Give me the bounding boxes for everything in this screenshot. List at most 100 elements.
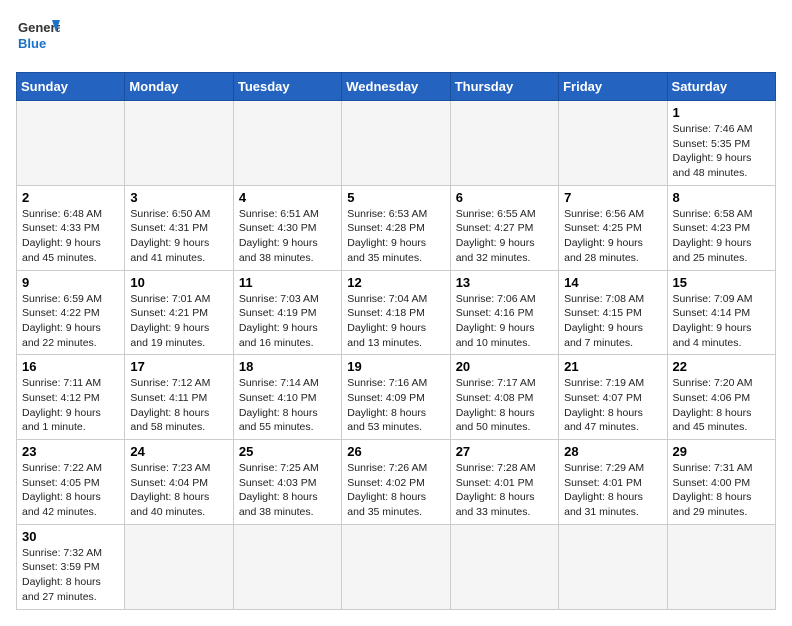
day-number: 18 bbox=[239, 359, 336, 374]
calendar-cell: 4 Sunrise: 6:51 AM Sunset: 4:30 PM Daylig… bbox=[233, 185, 341, 270]
day-info: Sunrise: 7:08 AM Sunset: 4:15 PM Dayligh… bbox=[564, 292, 661, 351]
week-row-3: 9 Sunrise: 6:59 AM Sunset: 4:22 PM Daylig… bbox=[17, 270, 776, 355]
day-info: Sunrise: 7:22 AM Sunset: 4:05 PM Dayligh… bbox=[22, 461, 119, 520]
day-info: Sunrise: 6:50 AM Sunset: 4:31 PM Dayligh… bbox=[130, 207, 227, 266]
day-info: Sunrise: 7:31 AM Sunset: 4:00 PM Dayligh… bbox=[673, 461, 770, 520]
calendar-cell: 22Sunrise: 7:20 AM Sunset: 4:06 PM Dayli… bbox=[667, 355, 775, 440]
calendar-cell bbox=[450, 524, 558, 609]
day-info: Sunrise: 6:48 AM Sunset: 4:33 PM Dayligh… bbox=[22, 207, 119, 266]
calendar-cell: 7 Sunrise: 6:56 AM Sunset: 4:25 PM Daylig… bbox=[559, 185, 667, 270]
day-number: 22 bbox=[673, 359, 770, 374]
day-number: 20 bbox=[456, 359, 553, 374]
weekday-header-friday: Friday bbox=[559, 73, 667, 101]
calendar-cell bbox=[17, 101, 125, 186]
calendar-cell: 3 Sunrise: 6:50 AM Sunset: 4:31 PM Daylig… bbox=[125, 185, 233, 270]
day-number: 15 bbox=[673, 275, 770, 290]
calendar-cell: 17Sunrise: 7:12 AM Sunset: 4:11 PM Dayli… bbox=[125, 355, 233, 440]
day-number: 10 bbox=[130, 275, 227, 290]
day-number: 28 bbox=[564, 444, 661, 459]
calendar-cell: 10 Sunrise: 7:01 AM Sunset: 4:21 PM Dayli… bbox=[125, 270, 233, 355]
day-number: 4 bbox=[239, 190, 336, 205]
day-info: Sunrise: 7:46 AM Sunset: 5:35 PM Dayligh… bbox=[673, 122, 770, 181]
calendar-cell: 29 Sunrise: 7:31 AM Sunset: 4:00 PM Dayli… bbox=[667, 440, 775, 525]
day-number: 6 bbox=[456, 190, 553, 205]
calendar-cell: 8 Sunrise: 6:58 AM Sunset: 4:23 PM Daylig… bbox=[667, 185, 775, 270]
weekday-header-tuesday: Tuesday bbox=[233, 73, 341, 101]
calendar-cell: 24 Sunrise: 7:23 AM Sunset: 4:04 PM Dayli… bbox=[125, 440, 233, 525]
calendar-cell bbox=[559, 101, 667, 186]
day-info: Sunrise: 7:01 AM Sunset: 4:21 PM Dayligh… bbox=[130, 292, 227, 351]
day-info: Sunrise: 7:19 AM Sunset: 4:07 PM Dayligh… bbox=[564, 376, 661, 435]
weekday-header-saturday: Saturday bbox=[667, 73, 775, 101]
week-row-4: 16 Sunrise: 7:11 AM Sunset: 4:12 PM Dayli… bbox=[17, 355, 776, 440]
day-info: Sunrise: 7:04 AM Sunset: 4:18 PM Dayligh… bbox=[347, 292, 444, 351]
calendar-cell: 21 Sunrise: 7:19 AM Sunset: 4:07 PM Dayli… bbox=[559, 355, 667, 440]
day-number: 17 bbox=[130, 359, 227, 374]
weekday-header-monday: Monday bbox=[125, 73, 233, 101]
day-info: Sunrise: 6:58 AM Sunset: 4:23 PM Dayligh… bbox=[673, 207, 770, 266]
day-info: Sunrise: 7:28 AM Sunset: 4:01 PM Dayligh… bbox=[456, 461, 553, 520]
day-number: 9 bbox=[22, 275, 119, 290]
day-number: 23 bbox=[22, 444, 119, 459]
day-info: Sunrise: 6:51 AM Sunset: 4:30 PM Dayligh… bbox=[239, 207, 336, 266]
day-number: 11 bbox=[239, 275, 336, 290]
day-number: 7 bbox=[564, 190, 661, 205]
day-number: 30 bbox=[22, 529, 119, 544]
week-row-2: 2 Sunrise: 6:48 AM Sunset: 4:33 PM Daylig… bbox=[17, 185, 776, 270]
day-number: 14 bbox=[564, 275, 661, 290]
calendar-cell: 19 Sunrise: 7:16 AM Sunset: 4:09 PM Dayli… bbox=[342, 355, 450, 440]
day-number: 21 bbox=[564, 359, 661, 374]
calendar-cell: 28 Sunrise: 7:29 AM Sunset: 4:01 PM Dayli… bbox=[559, 440, 667, 525]
calendar-cell bbox=[342, 101, 450, 186]
day-number: 8 bbox=[673, 190, 770, 205]
day-info: Sunrise: 7:26 AM Sunset: 4:02 PM Dayligh… bbox=[347, 461, 444, 520]
day-info: Sunrise: 7:16 AM Sunset: 4:09 PM Dayligh… bbox=[347, 376, 444, 435]
calendar-cell: 14 Sunrise: 7:08 AM Sunset: 4:15 PM Dayli… bbox=[559, 270, 667, 355]
calendar-cell: 1 Sunrise: 7:46 AM Sunset: 5:35 PM Daylig… bbox=[667, 101, 775, 186]
svg-text:Blue: Blue bbox=[18, 36, 46, 51]
week-row-1: 1 Sunrise: 7:46 AM Sunset: 5:35 PM Daylig… bbox=[17, 101, 776, 186]
day-info: Sunrise: 7:29 AM Sunset: 4:01 PM Dayligh… bbox=[564, 461, 661, 520]
day-number: 24 bbox=[130, 444, 227, 459]
calendar-cell: 20 Sunrise: 7:17 AM Sunset: 4:08 PM Dayli… bbox=[450, 355, 558, 440]
calendar-cell bbox=[667, 524, 775, 609]
calendar-cell: 25 Sunrise: 7:25 AM Sunset: 4:03 PM Dayli… bbox=[233, 440, 341, 525]
day-info: Sunrise: 7:23 AM Sunset: 4:04 PM Dayligh… bbox=[130, 461, 227, 520]
day-number: 19 bbox=[347, 359, 444, 374]
day-number: 16 bbox=[22, 359, 119, 374]
calendar-cell: 2 Sunrise: 6:48 AM Sunset: 4:33 PM Daylig… bbox=[17, 185, 125, 270]
calendar-cell bbox=[450, 101, 558, 186]
day-info: Sunrise: 7:14 AM Sunset: 4:10 PM Dayligh… bbox=[239, 376, 336, 435]
day-info: Sunrise: 7:25 AM Sunset: 4:03 PM Dayligh… bbox=[239, 461, 336, 520]
day-info: Sunrise: 7:17 AM Sunset: 4:08 PM Dayligh… bbox=[456, 376, 553, 435]
day-number: 29 bbox=[673, 444, 770, 459]
day-info: Sunrise: 6:59 AM Sunset: 4:22 PM Dayligh… bbox=[22, 292, 119, 351]
day-number: 1 bbox=[673, 105, 770, 120]
day-info: Sunrise: 7:03 AM Sunset: 4:19 PM Dayligh… bbox=[239, 292, 336, 351]
calendar-cell bbox=[233, 101, 341, 186]
calendar-cell bbox=[125, 524, 233, 609]
calendar-cell bbox=[559, 524, 667, 609]
day-info: Sunrise: 6:53 AM Sunset: 4:28 PM Dayligh… bbox=[347, 207, 444, 266]
weekday-header-row: SundayMondayTuesdayWednesdayThursdayFrid… bbox=[17, 73, 776, 101]
calendar-cell bbox=[342, 524, 450, 609]
day-info: Sunrise: 6:56 AM Sunset: 4:25 PM Dayligh… bbox=[564, 207, 661, 266]
weekday-header-wednesday: Wednesday bbox=[342, 73, 450, 101]
day-number: 13 bbox=[456, 275, 553, 290]
day-info: Sunrise: 7:11 AM Sunset: 4:12 PM Dayligh… bbox=[22, 376, 119, 435]
calendar-cell bbox=[233, 524, 341, 609]
calendar-cell: 11 Sunrise: 7:03 AM Sunset: 4:19 PM Dayli… bbox=[233, 270, 341, 355]
day-info: Sunrise: 6:55 AM Sunset: 4:27 PM Dayligh… bbox=[456, 207, 553, 266]
day-number: 25 bbox=[239, 444, 336, 459]
day-number: 3 bbox=[130, 190, 227, 205]
day-number: 2 bbox=[22, 190, 119, 205]
page-header: General Blue bbox=[16, 16, 776, 60]
calendar-cell: 30Sunrise: 7:32 AM Sunset: 3:59 PM Dayli… bbox=[17, 524, 125, 609]
calendar-cell: 16 Sunrise: 7:11 AM Sunset: 4:12 PM Dayli… bbox=[17, 355, 125, 440]
logo-svg: General Blue bbox=[16, 16, 60, 60]
calendar-cell: 18 Sunrise: 7:14 AM Sunset: 4:10 PM Dayli… bbox=[233, 355, 341, 440]
calendar-cell: 6 Sunrise: 6:55 AM Sunset: 4:27 PM Daylig… bbox=[450, 185, 558, 270]
week-row-5: 23 Sunrise: 7:22 AM Sunset: 4:05 PM Dayli… bbox=[17, 440, 776, 525]
calendar-cell: 9 Sunrise: 6:59 AM Sunset: 4:22 PM Daylig… bbox=[17, 270, 125, 355]
calendar-cell: 12Sunrise: 7:04 AM Sunset: 4:18 PM Dayli… bbox=[342, 270, 450, 355]
